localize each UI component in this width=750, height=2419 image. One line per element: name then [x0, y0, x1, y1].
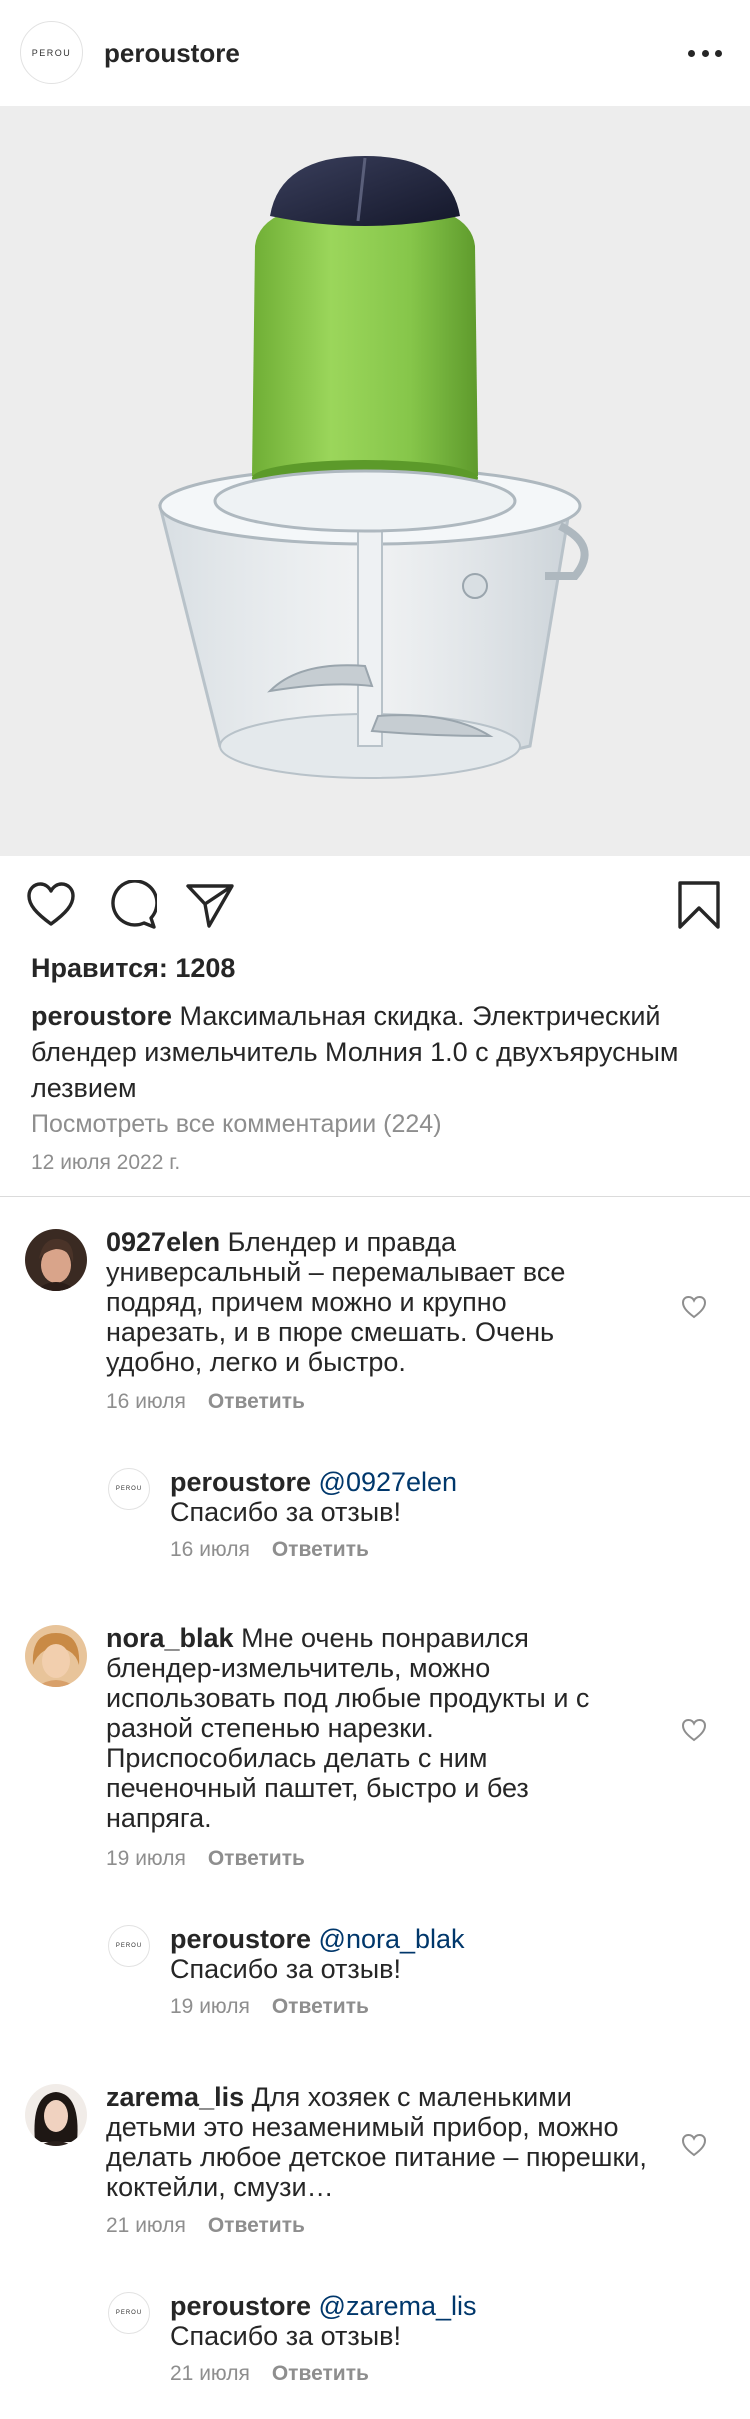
post-date: 12 июля 2022 г. — [31, 1151, 181, 1174]
commenter-avatar[interactable] — [25, 2084, 87, 2146]
reply-text: Спасибо за отзыв! — [170, 1497, 402, 1527]
reply-date: 16 июля — [170, 1538, 250, 1561]
reply-mention[interactable]: @zarema_lis — [311, 2291, 477, 2321]
profile-avatar[interactable]: PEROU — [20, 21, 83, 84]
reply-username[interactable]: peroustore — [170, 1467, 311, 1497]
reply-date: 19 июля — [170, 1995, 250, 2018]
reply-body: peroustore @0927elen Спасибо за отзыв! — [170, 1467, 690, 1527]
reply-avatar[interactable]: PEROU — [108, 1925, 150, 1967]
comment-meta: 16 июля Ответить — [106, 1390, 305, 1414]
comment-date: 16 июля — [106, 1390, 186, 1413]
comment-body: 0927elen Блендер и правда универсальный … — [106, 1227, 626, 1377]
reply-button[interactable]: Ответить — [272, 1538, 369, 1561]
more-options-icon[interactable] — [688, 43, 722, 63]
comment-username[interactable]: nora_blak — [106, 1623, 234, 1653]
reply-text: Спасибо за отзыв! — [170, 2321, 402, 2351]
commenter-avatar[interactable] — [25, 1229, 87, 1291]
reply-avatar-logo-text: PEROU — [115, 1943, 143, 1949]
commenter-avatar[interactable] — [25, 1625, 87, 1687]
comment-like-heart-icon[interactable] — [681, 2133, 707, 2157]
reply-text: Спасибо за отзыв! — [170, 1954, 402, 1984]
post-header: PEROU peroustore — [0, 0, 750, 106]
comment-username[interactable]: 0927elen — [106, 1227, 220, 1257]
post-image[interactable] — [0, 106, 750, 856]
reply-avatar[interactable]: PEROU — [108, 2292, 150, 2334]
heart-outline-icon[interactable] — [26, 880, 76, 930]
reply-username[interactable]: peroustore — [170, 2291, 311, 2321]
reply-mention[interactable]: @nora_blak — [311, 1924, 465, 1954]
comment-body: zarema_lis Для хозяек с маленькими детьм… — [106, 2082, 666, 2202]
reply-avatar-logo-text: PEROU — [115, 1486, 143, 1492]
reply-button[interactable]: Ответить — [208, 2214, 305, 2237]
comment-date: 19 июля — [106, 1847, 186, 1870]
comment-meta: 19 июля Ответить — [106, 1847, 305, 1871]
comment-date: 21 июля — [106, 2214, 186, 2237]
post-actions — [0, 856, 750, 952]
blender-product-image — [158, 156, 589, 779]
comment-like-heart-icon[interactable] — [681, 1718, 707, 1742]
bookmark-icon[interactable] — [674, 880, 724, 930]
comment-body: nora_blak Мне очень понравился блендер-и… — [106, 1623, 626, 1833]
paper-plane-icon[interactable] — [185, 880, 235, 930]
header-username[interactable]: peroustore — [104, 38, 240, 69]
reply-username[interactable]: peroustore — [170, 1924, 311, 1954]
likes-count[interactable]: Нравится: 1208 — [31, 953, 235, 984]
reply-avatar-logo-text: PEROU — [115, 2310, 143, 2316]
post-caption: peroustore Максимальная скидка. Электрич… — [31, 998, 731, 1106]
comment-meta: 21 июля Ответить — [106, 2214, 305, 2238]
reply-body: peroustore @zarema_lis Спасибо за отзыв! — [170, 2291, 690, 2351]
reply-meta: 16 июля Ответить — [170, 1538, 369, 1562]
divider — [0, 1196, 750, 1197]
reply-button[interactable]: Ответить — [272, 1995, 369, 2018]
comment-like-heart-icon[interactable] — [681, 1295, 707, 1319]
comment-bubble-icon[interactable] — [107, 880, 157, 930]
view-all-comments-link[interactable]: Посмотреть все комментарии (224) — [31, 1110, 442, 1139]
comment-text: Мне очень понравился блендер-измельчител… — [106, 1623, 590, 1833]
reply-mention[interactable]: @0927elen — [311, 1467, 458, 1497]
avatar-logo-text: PEROU — [31, 47, 72, 58]
reply-button[interactable]: Ответить — [208, 1390, 305, 1413]
reply-button[interactable]: Ответить — [272, 2362, 369, 2385]
reply-body: peroustore @nora_blak Спасибо за отзыв! — [170, 1924, 690, 1984]
reply-meta: 19 июля Ответить — [170, 1995, 369, 2019]
reply-meta: 21 июля Ответить — [170, 2362, 369, 2386]
reply-button[interactable]: Ответить — [208, 1847, 305, 1870]
reply-avatar[interactable]: PEROU — [108, 1468, 150, 1510]
comment-username[interactable]: zarema_lis — [106, 2082, 244, 2112]
caption-username[interactable]: peroustore — [31, 1001, 172, 1031]
reply-date: 21 июля — [170, 2362, 250, 2385]
